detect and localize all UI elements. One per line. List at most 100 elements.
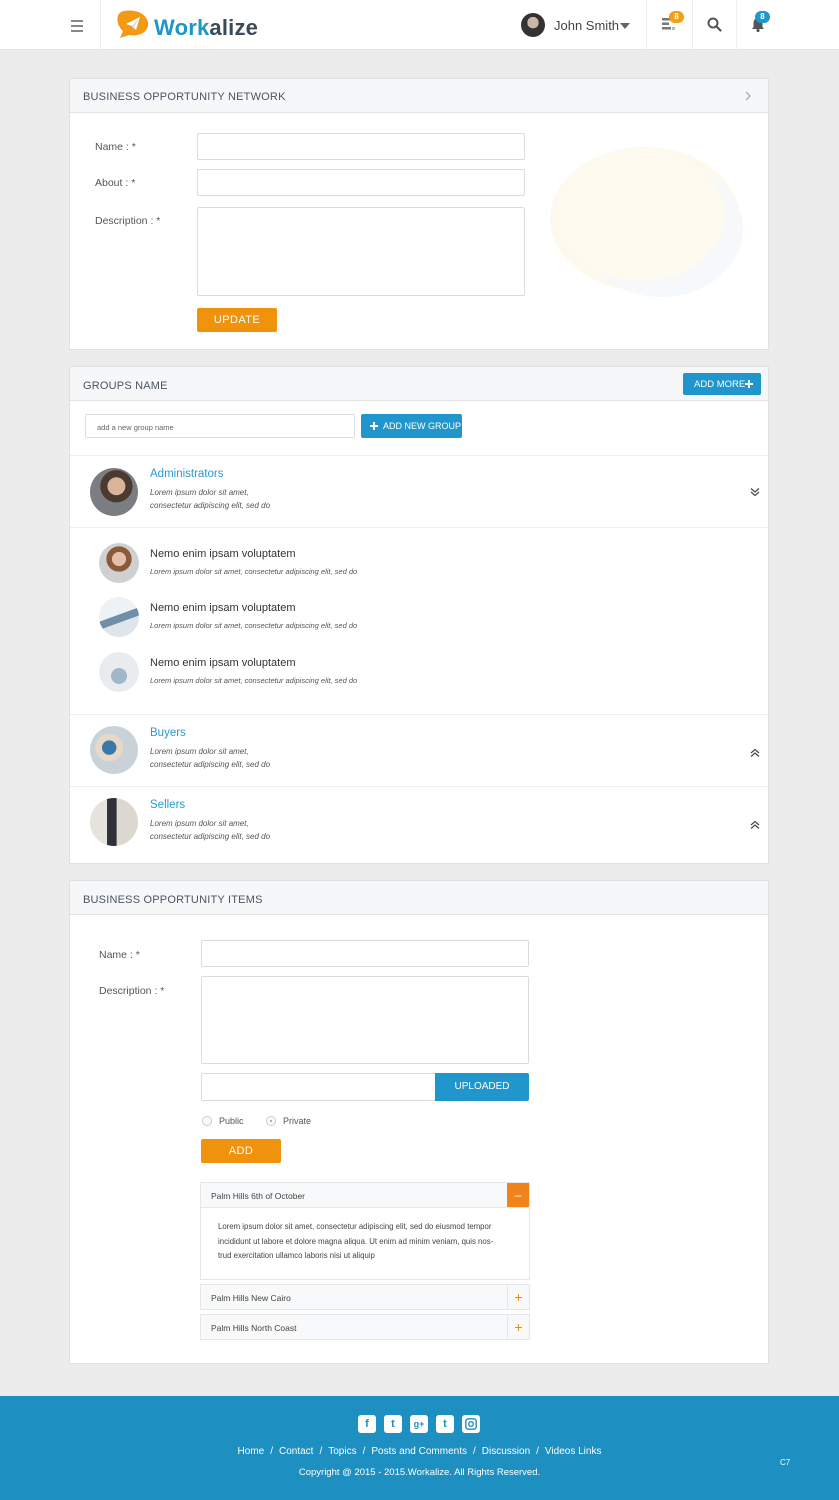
group-description-line: consectetur adipiscing elit, sed do (150, 760, 271, 769)
group-name[interactable]: Administrators (150, 468, 224, 480)
public-label: Public (219, 1116, 244, 1126)
chevron-right-icon[interactable] (744, 91, 752, 101)
update-button[interactable]: UPDATE (197, 308, 277, 332)
add-button[interactable]: ADD (201, 1139, 281, 1163)
version-label: C7 (780, 1458, 791, 1467)
name-input[interactable] (197, 133, 525, 160)
collapse-toggle-button[interactable]: – (507, 1183, 529, 1207)
panel-title: BUSINESS OPPORTUNITY ITEMS (83, 894, 263, 906)
expand-toggle-button[interactable]: + (507, 1285, 529, 1309)
member-description: Lorem ipsum dolor sit amet, consectetur … (150, 621, 358, 630)
add-more-label: ADD MORE (694, 379, 746, 390)
notifications-button[interactable]: 8 (736, 0, 782, 50)
brand-name-part2: alize (209, 15, 259, 40)
avatar (99, 597, 139, 637)
private-radio[interactable] (266, 1116, 276, 1126)
tumblr-icon[interactable]: t (436, 1415, 454, 1433)
search-icon (707, 17, 722, 32)
footer-link-discussion[interactable]: Discussion (482, 1446, 530, 1457)
add-new-group-button[interactable]: ADD NEW GROUP (361, 414, 462, 438)
description-label: Description : * (99, 985, 165, 997)
avatar (90, 726, 138, 774)
group-name[interactable]: Buyers (150, 727, 186, 739)
name-label: Name : * (99, 949, 140, 961)
member-description: Lorem ipsum dolor sit amet, consectetur … (150, 567, 358, 576)
separator: / (536, 1446, 539, 1457)
accordion-item-body: Lorem ipsum dolor sit amet, consectetur … (200, 1208, 530, 1280)
business-opportunity-items-panel: BUSINESS OPPORTUNITY ITEMS Name : * Desc… (69, 880, 769, 1364)
group-description-line: Lorem ipsum dolor sit amet, (150, 747, 249, 756)
member-name: Nemo enim ipsam voluptatem (150, 657, 296, 669)
tasks-button[interactable]: 8 (646, 0, 692, 50)
item-description-textarea[interactable] (201, 976, 529, 1064)
footer-link-topics[interactable]: Topics (328, 1446, 356, 1457)
accordion-body-line: trud exercitation ullamco laboris nisi u… (218, 1251, 375, 1260)
user-menu[interactable]: John Smith (521, 13, 641, 39)
double-chevron-up-icon[interactable] (750, 820, 760, 830)
item-name-input[interactable] (201, 940, 529, 967)
accordion-item-header[interactable]: Palm Hills 6th of October – (200, 1182, 530, 1208)
new-group-input[interactable]: add a new group name (85, 414, 355, 438)
panel-header: GROUPS NAME ADD MORE (70, 367, 768, 401)
group-description-line: consectetur adipiscing elit, sed do (150, 832, 271, 841)
group-row-administrators[interactable]: Administrators Lorem ipsum dolor sit ame… (70, 455, 768, 527)
accordion-body-line: incididunt ut labore et dolore magna ali… (218, 1236, 494, 1246)
public-radio[interactable] (202, 1116, 212, 1126)
footer-link-videos[interactable]: Videos Links (545, 1446, 602, 1457)
instagram-icon[interactable] (462, 1415, 480, 1433)
double-chevron-down-icon[interactable] (750, 487, 760, 497)
twitter-icon[interactable]: t (384, 1415, 402, 1433)
plus-icon (370, 422, 378, 430)
copyright-text: Copyright @ 2015 - 2015.Workalize. All R… (298, 1467, 541, 1478)
about-label: About : * (95, 177, 136, 189)
member-name: Nemo enim ipsam voluptatem (150, 548, 296, 560)
group-row-sellers[interactable]: Sellers Lorem ipsum dolor sit amet, cons… (70, 786, 768, 864)
accordion-item-header[interactable]: Palm Hills North Coast + (200, 1314, 530, 1340)
group-description-line: Lorem ipsum dolor sit amet, (150, 819, 249, 828)
google-plus-icon[interactable]: g+ (410, 1415, 428, 1433)
footer-link-contact[interactable]: Contact (279, 1446, 313, 1457)
separator: / (362, 1446, 366, 1457)
notifications-badge: 8 (755, 11, 770, 23)
separator: / (319, 1446, 323, 1457)
plus-icon (745, 380, 753, 388)
accordion-body-text: Lorem ipsum dolor sit amet, consectetur … (218, 1220, 493, 1264)
list-item[interactable]: Nemo enim ipsam voluptatem Lorem ipsum d… (70, 590, 768, 645)
caret-down-icon (620, 23, 630, 29)
file-path-input[interactable] (201, 1073, 436, 1101)
list-item[interactable]: Nemo enim ipsam voluptatem Lorem ipsum d… (70, 528, 768, 590)
menu-toggle-button[interactable] (0, 0, 101, 50)
separator: / (270, 1446, 273, 1457)
add-more-button[interactable]: ADD MORE (683, 373, 761, 395)
description-textarea[interactable] (197, 207, 525, 296)
accordion-item-title: Palm Hills North Coast (211, 1323, 297, 1333)
panel-title: BUSINESS OPPORTUNITY NETWORK (83, 91, 286, 103)
group-description: Lorem ipsum dolor sit amet, consectetur … (150, 817, 270, 843)
footer-link-posts[interactable]: Posts and Comments (371, 1446, 467, 1457)
avatar (90, 798, 138, 846)
name-label: Name : * (95, 141, 136, 153)
panel-header: BUSINESS OPPORTUNITY NETWORK (70, 79, 768, 113)
expand-toggle-button[interactable]: + (507, 1315, 529, 1339)
footer-link-home[interactable]: Home (238, 1446, 265, 1457)
group-row-buyers[interactable]: Buyers Lorem ipsum dolor sit amet, conse… (70, 714, 768, 786)
member-description: Lorem ipsum dolor sit amet, consectetur … (150, 676, 358, 685)
panel-header: BUSINESS OPPORTUNITY ITEMS (70, 881, 768, 915)
hamburger-icon-line (71, 25, 83, 27)
member-name: Nemo enim ipsam voluptatem (150, 602, 296, 614)
private-radio-dot (270, 1120, 272, 1122)
upload-button[interactable]: UPLOADED (435, 1073, 529, 1101)
user-name: John Smith (554, 18, 620, 33)
list-item[interactable]: Nemo enim ipsam voluptatem Lorem ipsum d… (70, 645, 768, 700)
add-new-group-label: ADD NEW GROUP (383, 421, 462, 431)
hamburger-icon-line (71, 30, 83, 32)
double-chevron-up-icon[interactable] (750, 748, 760, 758)
brand-name: Workalize (154, 15, 258, 41)
about-input[interactable] (197, 169, 525, 196)
group-name[interactable]: Sellers (150, 799, 185, 811)
group-description-line: Lorem ipsum dolor sit amet, (150, 488, 249, 497)
avatar (99, 652, 139, 692)
accordion-item-header[interactable]: Palm Hills New Cairo + (200, 1284, 530, 1310)
facebook-icon[interactable]: f (358, 1415, 376, 1433)
search-button[interactable] (692, 0, 736, 50)
